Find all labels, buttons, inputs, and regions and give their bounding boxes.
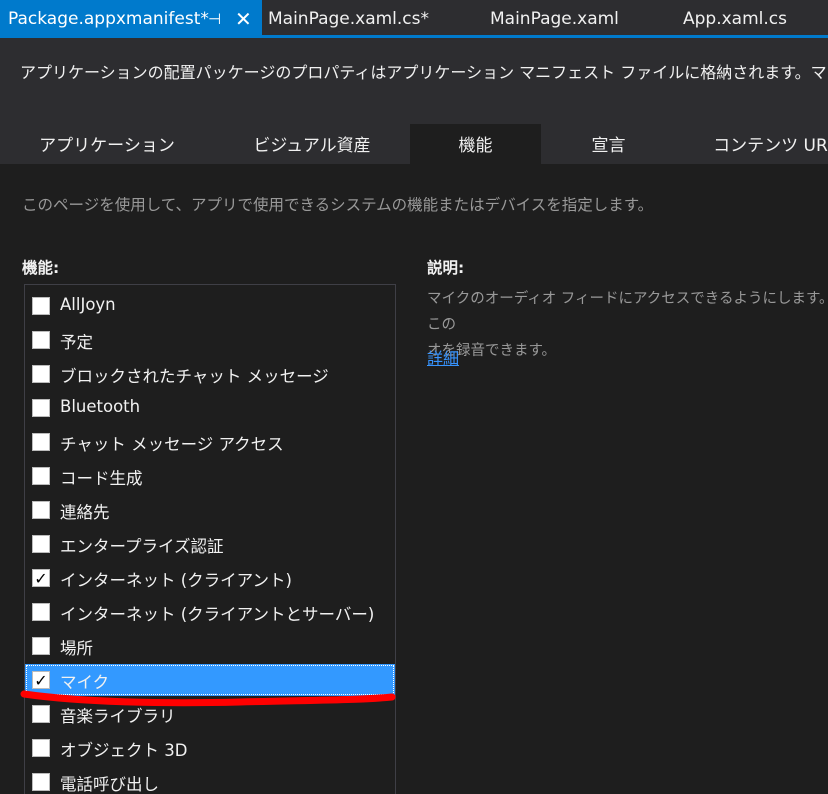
capability-item[interactable]: Bluetooth	[25, 392, 395, 424]
capability-item[interactable]: 場所	[25, 630, 395, 662]
manifest-header: アプリケーションの配置パッケージのプロパティはアプリケーション マニフェスト フ…	[0, 38, 828, 124]
capability-item[interactable]: 予定	[25, 324, 395, 356]
tab-capabilities[interactable]: 機能	[410, 124, 541, 164]
capability-checkbox[interactable]	[32, 603, 50, 621]
capability-label: オブジェクト 3D	[60, 741, 188, 760]
capabilities-heading: 機能:	[22, 259, 60, 277]
capability-label: インターネット (クライアント)	[60, 571, 292, 590]
capability-checkbox[interactable]: ✓	[32, 671, 50, 689]
description-heading: 説明:	[427, 259, 465, 277]
tab-mainpage-xaml[interactable]: MainPage.xaml	[490, 0, 619, 35]
capability-label: インターネット (クライアントとサーバー)	[60, 605, 375, 624]
tab-package-appxmanifest[interactable]: Package.appxmanifest* ⊣ ✕	[0, 0, 262, 35]
capability-checkbox[interactable]	[32, 399, 50, 417]
capability-label: 音楽ライブラリ	[60, 707, 176, 726]
capability-label: 予定	[60, 333, 93, 352]
capability-checkbox[interactable]	[32, 331, 50, 349]
tab-visual-assets[interactable]: ビジュアル資産	[214, 124, 410, 164]
capability-label: エンタープライズ認証	[60, 537, 224, 556]
close-icon[interactable]: ✕	[235, 0, 252, 38]
capability-checkbox[interactable]	[32, 705, 50, 723]
tab-app-xaml-cs[interactable]: App.xaml.cs	[683, 0, 787, 35]
capability-item[interactable]: 音楽ライブラリ	[25, 698, 395, 730]
capability-checkbox[interactable]	[32, 297, 50, 315]
capability-checkbox[interactable]	[32, 773, 50, 791]
capability-label: 電話呼び出し	[60, 775, 159, 794]
capability-label: 連絡先	[60, 503, 110, 522]
capability-label: チャット メッセージ アクセス	[60, 435, 284, 454]
more-info-link[interactable]: 詳細	[427, 345, 459, 369]
capability-label: ブロックされたチャット メッセージ	[60, 367, 329, 386]
description-line: オを録音できます。	[427, 343, 557, 359]
capability-checkbox[interactable]	[32, 535, 50, 553]
capability-label: コード生成	[60, 469, 143, 488]
capability-checkbox[interactable]: ✓	[32, 569, 50, 587]
header-description: アプリケーションの配置パッケージのプロパティはアプリケーション マニフェスト フ…	[20, 63, 828, 82]
tab-label: App.xaml.cs	[683, 9, 787, 29]
capability-label: マイク	[60, 673, 110, 692]
capability-checkbox[interactable]	[32, 365, 50, 383]
capability-item[interactable]: コード生成	[25, 460, 395, 492]
capability-item[interactable]: エンタープライズ認証	[25, 528, 395, 560]
description-text: マイクのオーディオ フィードにアクセスできるようにします。この オを録音できます…	[427, 286, 828, 364]
capability-item[interactable]: ブロックされたチャット メッセージ	[25, 358, 395, 390]
capability-item[interactable]: インターネット (クライアントとサーバー)	[25, 596, 395, 628]
manifest-designer-window: Package.appxmanifest* ⊣ ✕ MainPage.xaml.…	[0, 0, 828, 794]
pin-icon[interactable]: ⊣	[208, 0, 221, 38]
capability-checkbox[interactable]	[32, 739, 50, 757]
capability-label: AllJoyn	[60, 295, 116, 314]
manifest-section-tabs: アプリケーション ビジュアル資産 機能 宣言 コンテンツ URI	[0, 124, 828, 164]
capability-label: 場所	[60, 639, 93, 658]
tab-content-uris[interactable]: コンテンツ URI	[676, 124, 828, 164]
capability-item[interactable]: ✓ マイク	[25, 664, 395, 696]
capability-checkbox[interactable]	[32, 433, 50, 451]
capability-item[interactable]: ✓ インターネット (クライアント)	[25, 562, 395, 594]
tab-application[interactable]: アプリケーション	[0, 124, 214, 164]
capability-checkbox[interactable]	[32, 637, 50, 655]
checkmark-icon: ✓	[34, 569, 48, 588]
capability-checkbox[interactable]	[32, 501, 50, 519]
checkmark-icon: ✓	[34, 671, 48, 690]
tab-mainpage-xaml-cs[interactable]: MainPage.xaml.cs*	[268, 0, 429, 35]
capability-item[interactable]: 電話呼び出し	[25, 766, 395, 794]
capability-item[interactable]: オブジェクト 3D	[25, 732, 395, 764]
tab-declarations[interactable]: 宣言	[541, 124, 676, 164]
tab-label: MainPage.xaml.cs*	[268, 9, 430, 29]
capability-item[interactable]: 連絡先	[25, 494, 395, 526]
capabilities-page: このページを使用して、アプリで使用できるシステムの機能またはデバイスを指定します…	[0, 164, 828, 794]
tab-label: Package.appxmanifest*	[8, 9, 209, 29]
description-line: マイクのオーディオ フィードにアクセスできるようにします。この	[427, 291, 828, 333]
instruction-text: このページを使用して、アプリで使用できるシステムの機能またはデバイスを指定します…	[22, 196, 654, 214]
capability-item[interactable]: チャット メッセージ アクセス	[25, 426, 395, 458]
capability-checkbox[interactable]	[32, 467, 50, 485]
tab-label: MainPage.xaml	[490, 9, 619, 29]
capability-label: Bluetooth	[60, 397, 141, 416]
document-tab-strip: Package.appxmanifest* ⊣ ✕ MainPage.xaml.…	[0, 0, 828, 38]
capability-item[interactable]: AllJoyn	[25, 290, 395, 322]
capabilities-list[interactable]: AllJoyn 予定ブロックされたチャット メッセージ Bluetooth チャット …	[24, 284, 396, 794]
